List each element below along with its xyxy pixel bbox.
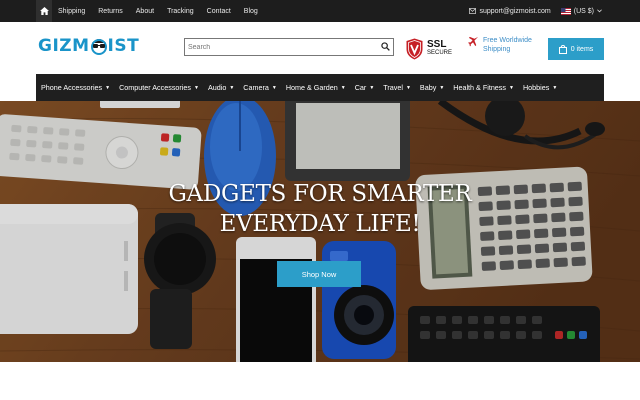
caret-down-icon: ▼ [271, 84, 277, 91]
nav-label: Computer Accessories [119, 83, 191, 92]
hero-heading-line1: GADGETS FOR SMARTER [168, 181, 472, 207]
hero-heading-line2: EVERYDAY LIFE! [219, 211, 421, 237]
airplane-icon [468, 36, 479, 47]
caret-down-icon: ▼ [340, 84, 346, 91]
top-link-about[interactable]: About [136, 8, 154, 15]
nav-label: Travel [383, 83, 403, 92]
nav-label: Home & Garden [285, 83, 338, 92]
nav-item-travel[interactable]: Travel ▼ [383, 83, 411, 92]
nav-item-audio[interactable]: Audio ▼ [208, 83, 234, 92]
caret-down-icon: ▼ [405, 84, 411, 91]
nav-label: Car [354, 83, 367, 92]
caret-down-icon: ▼ [229, 84, 235, 91]
logo-text-right: IST [107, 36, 140, 56]
main-nav: Phone Accessories ▼ Computer Accessories ▼… [36, 74, 604, 101]
top-link-blog[interactable]: Blog [244, 8, 258, 15]
gizmoist-logo[interactable]: GIZM IST [38, 34, 139, 58]
nav-item-camera[interactable]: Camera ▼ [243, 83, 277, 92]
hero-banner: GADGETS FOR SMARTER EVERYDAY LIFE! Shop … [0, 101, 640, 362]
search-box [184, 38, 394, 56]
search-icon[interactable] [381, 42, 390, 51]
shop-now-button[interactable]: Shop Now [277, 261, 361, 287]
support-email: support@gizmoist.com [479, 7, 551, 15]
top-link-contact[interactable]: Contact [207, 8, 231, 15]
cart-button[interactable]: 0 items [548, 38, 604, 60]
top-link-tracking[interactable]: Tracking [167, 8, 194, 15]
chevron-down-icon [597, 9, 602, 13]
cart-label: 0 items [570, 45, 594, 53]
nav-item-hobbies[interactable]: Hobbies ▼ [523, 83, 557, 92]
site-header: GIZM IST SSL SECURE Free Worldwide Shipp… [0, 22, 640, 74]
nav-label: Audio [207, 83, 227, 92]
content-area [0, 362, 640, 400]
envelope-icon [469, 8, 477, 14]
free-shipping-info: Free Worldwide Shipping [468, 36, 532, 54]
nav-item-computer-accessories[interactable]: Computer Accessories ▼ [119, 83, 199, 92]
top-link-returns[interactable]: Returns [98, 8, 123, 15]
caret-down-icon: ▼ [509, 84, 514, 91]
currency-selector[interactable]: (US $) [560, 7, 602, 15]
nav-label: Hobbies [522, 83, 550, 92]
home-icon [39, 7, 49, 15]
nav-label: Camera [243, 83, 269, 92]
nav-label: Health & Fitness [453, 83, 506, 92]
logo-text-left: GIZM [38, 36, 90, 56]
nav-item-health-fitness[interactable]: Health & Fitness ▼ [453, 83, 514, 92]
us-flag-icon [560, 7, 571, 15]
caret-down-icon: ▼ [439, 84, 445, 91]
email-link[interactable]: support@gizmoist.com [469, 7, 551, 15]
nav-item-home-garden[interactable]: Home & Garden ▼ [286, 83, 346, 92]
shopping-bag-icon [558, 44, 567, 54]
nav-item-car[interactable]: Car ▼ [355, 83, 375, 92]
nav-item-baby[interactable]: Baby ▼ [420, 83, 444, 92]
ssl-badge: SSL SECURE [406, 36, 452, 62]
top-links: Shipping Returns About Tracking Contact … [58, 0, 271, 22]
caret-down-icon: ▼ [194, 84, 199, 91]
search-input[interactable] [188, 43, 378, 51]
logo-face-icon [90, 39, 107, 55]
shipping-line1: Free Worldwide [483, 37, 532, 44]
caret-down-icon: ▼ [552, 84, 558, 91]
top-bar: Shipping Returns About Tracking Contact … [0, 0, 640, 22]
hero-heading: GADGETS FOR SMARTER EVERYDAY LIFE! [0, 179, 640, 239]
ssl-line1: SSL [427, 39, 447, 50]
top-link-shipping[interactable]: Shipping [58, 8, 85, 15]
currency-label: (US $) [573, 7, 594, 15]
caret-down-icon: ▼ [369, 84, 375, 91]
nav-label: Phone Accessories [41, 83, 103, 92]
nav-item-phone-accessories[interactable]: Phone Accessories ▼ [41, 83, 110, 92]
ssl-line2: SECURE [427, 50, 453, 56]
caret-down-icon: ▼ [105, 84, 111, 91]
shield-icon [406, 38, 423, 60]
home-link[interactable] [36, 0, 52, 22]
shipping-line2: Shipping [483, 46, 511, 53]
nav-label: Baby [419, 83, 437, 92]
